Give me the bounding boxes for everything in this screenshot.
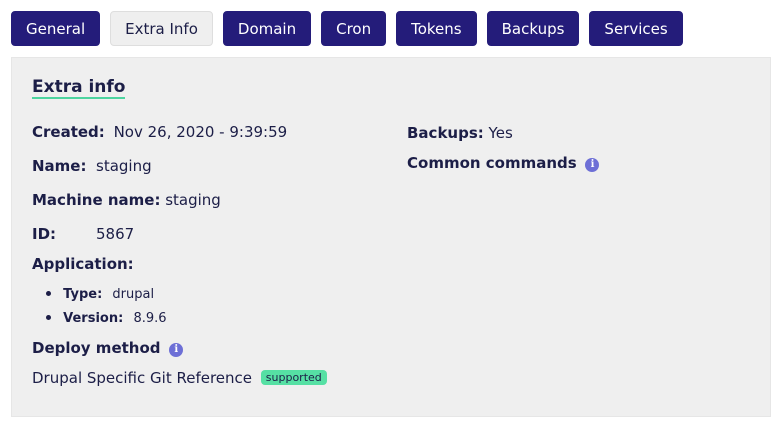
panel-title: Extra info xyxy=(32,77,126,99)
deploy-method-value: Drupal Specific Git Reference xyxy=(32,369,252,387)
extra-info-panel: Extra info Created: Nov 26, 2020 - 9:39:… xyxy=(11,57,771,417)
bullet xyxy=(46,291,51,296)
name-value: staging xyxy=(96,157,152,175)
deploy-method-label: Deploy method xyxy=(32,339,161,357)
app-type-label: Type: xyxy=(63,287,103,302)
info-icon[interactable]: i xyxy=(169,343,184,357)
created-row: Created: Nov 26, 2020 - 9:39:59 xyxy=(32,123,287,141)
tab-backups[interactable]: Backups xyxy=(486,11,580,46)
tab-cron[interactable]: Cron xyxy=(321,11,387,46)
machine-name-row: Machine name: staging xyxy=(32,191,221,209)
supported-badge: supported xyxy=(260,370,327,385)
app-type-value: drupal xyxy=(112,287,155,302)
machine-name-label: Machine name: xyxy=(32,191,161,209)
common-commands-row: Common commands i xyxy=(407,154,600,172)
bullet xyxy=(46,315,51,320)
app-version-value: 8.9.6 xyxy=(133,311,167,326)
info-icon[interactable]: i xyxy=(585,158,600,172)
application-row: Application: xyxy=(32,255,134,273)
backups-label: Backups: xyxy=(407,124,484,142)
app-type-item: Type: drupal xyxy=(46,287,154,302)
backups-row: Backups: Yes xyxy=(407,124,513,142)
application-label: Application: xyxy=(32,255,134,273)
id-value: 5867 xyxy=(96,225,135,243)
name-label: Name: xyxy=(32,157,87,175)
tab-domain[interactable]: Domain xyxy=(222,11,312,46)
backups-value: Yes xyxy=(488,124,513,142)
tab-extra-info[interactable]: Extra Info xyxy=(110,11,213,46)
created-label: Created: xyxy=(32,123,105,141)
common-commands-label: Common commands xyxy=(407,154,577,172)
app-version-label: Version: xyxy=(63,311,124,326)
created-value: Nov 26, 2020 - 9:39:59 xyxy=(113,123,288,141)
id-label: ID: xyxy=(32,225,57,243)
tab-general[interactable]: General xyxy=(11,11,101,46)
tab-bar: General Extra Info Domain Cron Tokens Ba… xyxy=(11,11,683,46)
tab-tokens[interactable]: Tokens xyxy=(396,11,477,46)
deploy-method-row: Deploy method i xyxy=(32,339,184,357)
machine-name-value: staging xyxy=(165,191,221,209)
deploy-method-value-row: Drupal Specific Git Reference supported xyxy=(32,369,327,387)
id-row: ID: 5867 xyxy=(32,225,134,243)
tab-services[interactable]: Services xyxy=(589,11,683,46)
app-version-item: Version: 8.9.6 xyxy=(46,311,167,326)
name-row: Name: staging xyxy=(32,157,152,175)
